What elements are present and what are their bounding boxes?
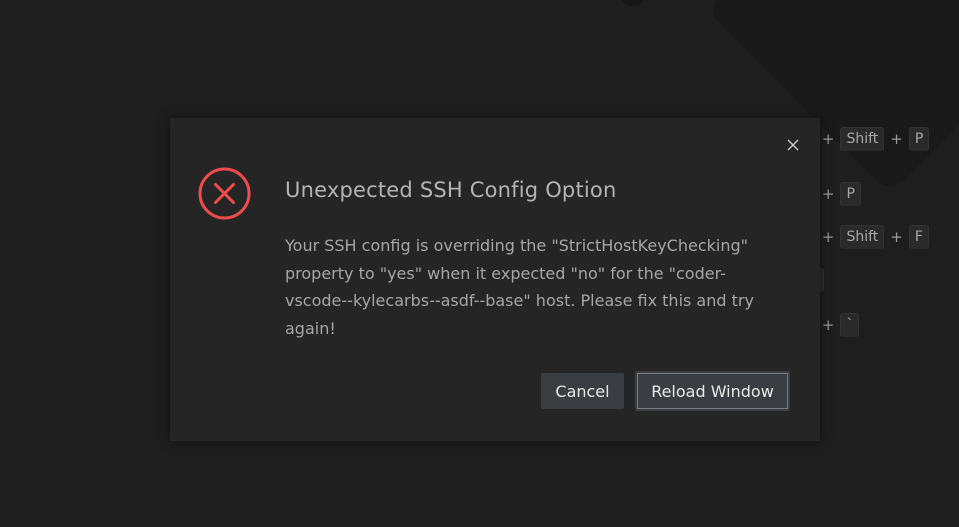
- key-cap: Shift: [840, 127, 885, 151]
- error-dialog: Unexpected SSH Config Option Your SSH co…: [170, 118, 820, 441]
- plus-sign: +: [890, 130, 903, 148]
- plus-sign: +: [821, 130, 835, 148]
- key-cap: Shift: [840, 225, 885, 249]
- editor-background: l + Shift + P l + P l + Shift + F l + `: [0, 0, 959, 527]
- key-cap: P: [908, 127, 930, 151]
- key-cap: F: [908, 225, 929, 249]
- plus-sign: +: [821, 316, 835, 334]
- key-cap: P: [840, 182, 861, 206]
- error-icon: [198, 167, 251, 220]
- dialog-message: Your SSH config is overriding the "Stric…: [285, 236, 754, 338]
- plus-sign: +: [821, 228, 835, 246]
- reload-window-button[interactable]: Reload Window: [635, 371, 790, 411]
- key-cap: `: [840, 313, 860, 337]
- plus-sign: +: [821, 185, 835, 203]
- close-icon[interactable]: [783, 135, 803, 155]
- dialog-title: Unexpected SSH Config Option: [285, 178, 617, 202]
- plus-sign: +: [890, 228, 903, 246]
- watermark-dot: [620, 0, 646, 6]
- cancel-button[interactable]: Cancel: [541, 373, 624, 409]
